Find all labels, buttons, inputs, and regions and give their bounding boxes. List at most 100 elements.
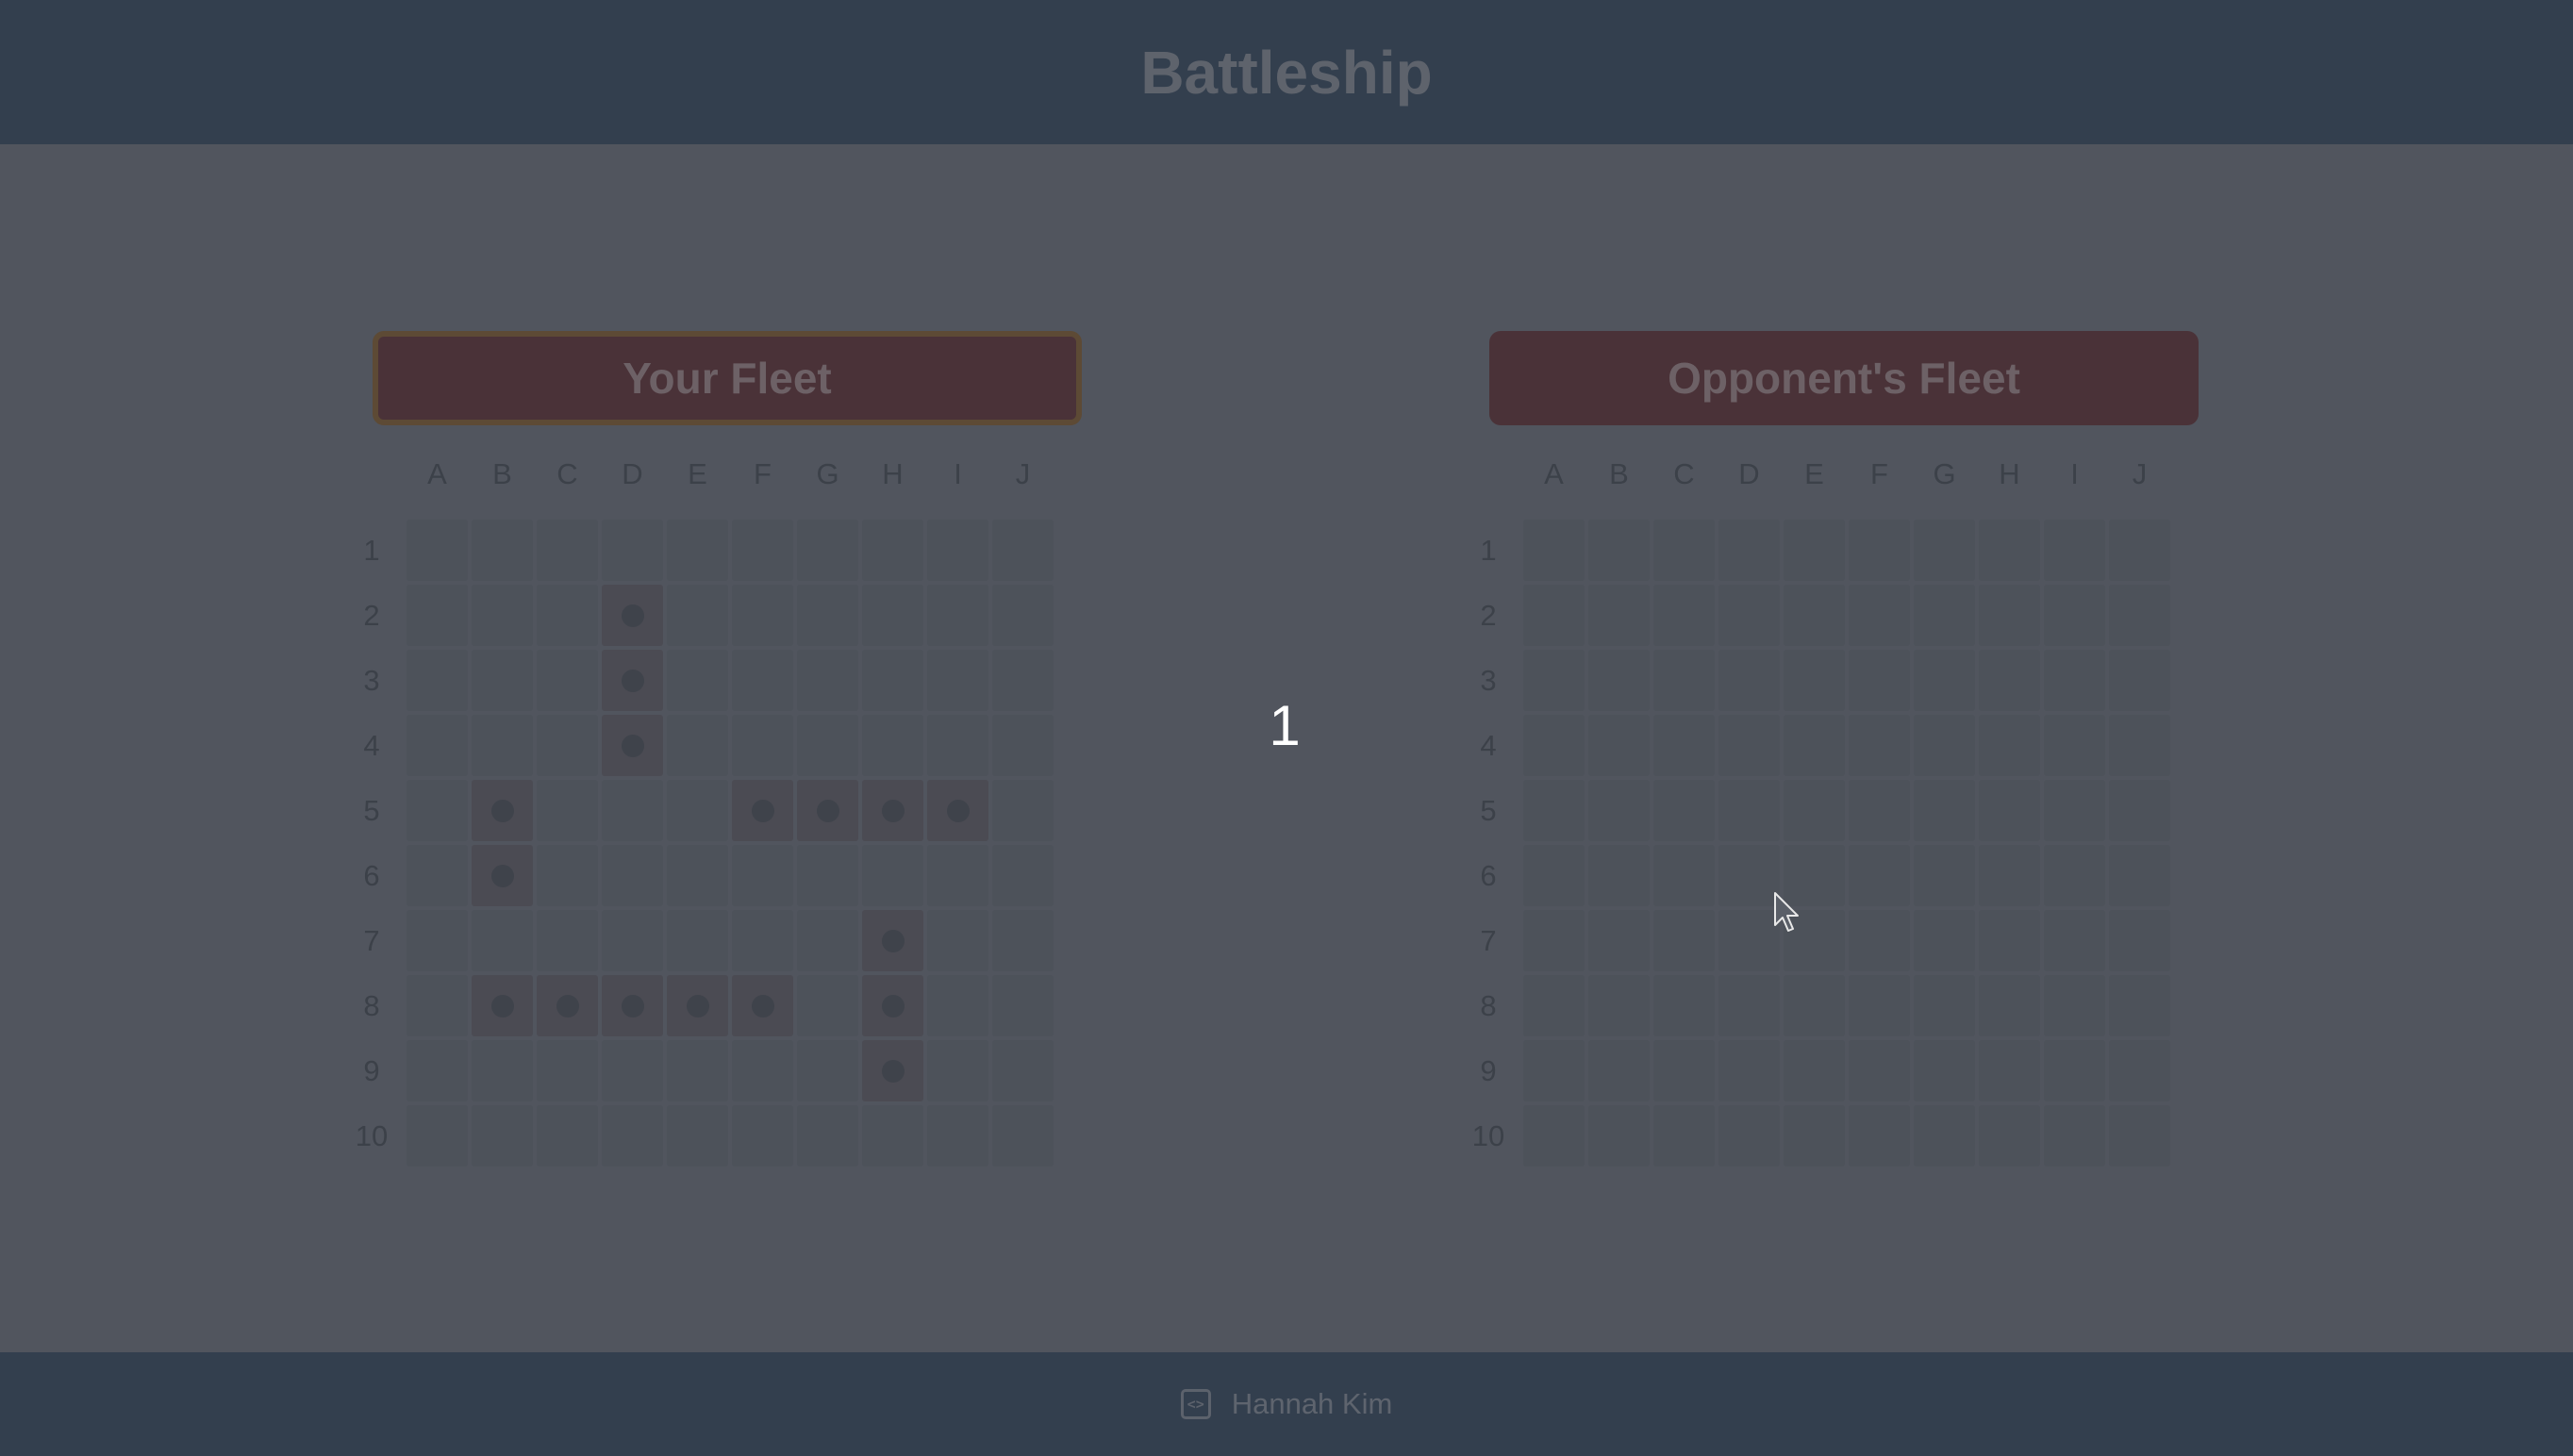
grid-cell-b4[interactable] bbox=[1588, 715, 1650, 776]
grid-cell-g3[interactable] bbox=[1914, 650, 1975, 711]
grid-cell-h8[interactable] bbox=[1979, 975, 2040, 1036]
grid-cell-c1[interactable] bbox=[1653, 520, 1715, 581]
grid-cell-g4[interactable] bbox=[1914, 715, 1975, 776]
grid-cell-f6[interactable] bbox=[1849, 845, 1910, 906]
grid-cell-g5[interactable] bbox=[1914, 780, 1975, 841]
grid-cell-a5[interactable] bbox=[1523, 780, 1585, 841]
grid-cell-j8[interactable] bbox=[2109, 975, 2170, 1036]
grid-cell-i2[interactable] bbox=[2044, 585, 2105, 646]
grid-cell-i5[interactable] bbox=[2044, 780, 2105, 841]
grid-cell-j9[interactable] bbox=[2109, 1040, 2170, 1101]
grid-cell-a2[interactable] bbox=[1523, 585, 1585, 646]
grid-cell-i7[interactable] bbox=[2044, 910, 2105, 971]
grid-cell-j2[interactable] bbox=[2109, 585, 2170, 646]
grid-cell-e10[interactable] bbox=[1784, 1105, 1845, 1166]
grid-cell-f7[interactable] bbox=[1849, 910, 1910, 971]
grid-cell-i3[interactable] bbox=[2044, 650, 2105, 711]
grid-cell-h6[interactable] bbox=[1979, 845, 2040, 906]
grid-cell-j5[interactable] bbox=[2109, 780, 2170, 841]
grid-cell-g6[interactable] bbox=[1914, 845, 1975, 906]
grid-cell-f9[interactable] bbox=[1849, 1040, 1910, 1101]
grid-cell-f4[interactable] bbox=[1849, 715, 1910, 776]
grid-cell-e3[interactable] bbox=[1784, 650, 1845, 711]
grid-cell-i9[interactable] bbox=[2044, 1040, 2105, 1101]
grid-cell-e9[interactable] bbox=[1784, 1040, 1845, 1101]
grid-cell-a4[interactable] bbox=[1523, 715, 1585, 776]
grid-cell-h10[interactable] bbox=[1979, 1105, 2040, 1166]
grid-cell-a6[interactable] bbox=[1523, 845, 1585, 906]
grid-cell-j3[interactable] bbox=[2109, 650, 2170, 711]
grid-cell-g10[interactable] bbox=[1914, 1105, 1975, 1166]
grid-cell-d6[interactable] bbox=[1718, 845, 1780, 906]
grid-cell-c7[interactable] bbox=[1653, 910, 1715, 971]
grid-cell-c3[interactable] bbox=[1653, 650, 1715, 711]
grid-cell-f1[interactable] bbox=[1849, 520, 1910, 581]
grid-cell-c2[interactable] bbox=[1653, 585, 1715, 646]
grid-cell-b1[interactable] bbox=[1588, 520, 1650, 581]
grid-cell-d10[interactable] bbox=[1718, 1105, 1780, 1166]
grid-cell-g7[interactable] bbox=[1914, 910, 1975, 971]
grid-cell-f8[interactable] bbox=[1849, 975, 1910, 1036]
grid-cell-e2[interactable] bbox=[1784, 585, 1845, 646]
grid-cell-b6[interactable] bbox=[1588, 845, 1650, 906]
grid-cell-f3[interactable] bbox=[1849, 650, 1910, 711]
grid-cell-b2[interactable] bbox=[1588, 585, 1650, 646]
grid-cell-d1[interactable] bbox=[1718, 520, 1780, 581]
grid-cell-e8[interactable] bbox=[1784, 975, 1845, 1036]
grid-cell-b7[interactable] bbox=[1588, 910, 1650, 971]
grid-cell-h5[interactable] bbox=[1979, 780, 2040, 841]
grid-cell-d4[interactable] bbox=[1718, 715, 1780, 776]
grid-cell-d7[interactable] bbox=[1718, 910, 1780, 971]
grid-cell-b5[interactable] bbox=[1588, 780, 1650, 841]
grid-cell-g2[interactable] bbox=[1914, 585, 1975, 646]
grid-cell-h1[interactable] bbox=[1979, 520, 2040, 581]
grid-cell-c4[interactable] bbox=[1653, 715, 1715, 776]
author-name[interactable]: Hannah Kim bbox=[1232, 1387, 1393, 1421]
grid-cell-d3[interactable] bbox=[1718, 650, 1780, 711]
grid-cell-d2[interactable] bbox=[1718, 585, 1780, 646]
grid-cell-c6[interactable] bbox=[1653, 845, 1715, 906]
grid-cell-h4[interactable] bbox=[1979, 715, 2040, 776]
grid-cell-d5[interactable] bbox=[1718, 780, 1780, 841]
grid-cell-h2[interactable] bbox=[1979, 585, 2040, 646]
grid-cell-e5[interactable] bbox=[1784, 780, 1845, 841]
grid-cell-i8[interactable] bbox=[2044, 975, 2105, 1036]
grid-cell-c5[interactable] bbox=[1653, 780, 1715, 841]
grid-cell-c10[interactable] bbox=[1653, 1105, 1715, 1166]
grid-cell-d9[interactable] bbox=[1718, 1040, 1780, 1101]
grid-cell-j4[interactable] bbox=[2109, 715, 2170, 776]
grid-cell-b3[interactable] bbox=[1588, 650, 1650, 711]
grid-cell-b8[interactable] bbox=[1588, 975, 1650, 1036]
grid-cell-e4[interactable] bbox=[1784, 715, 1845, 776]
grid-cell-h9[interactable] bbox=[1979, 1040, 2040, 1101]
grid-cell-a8[interactable] bbox=[1523, 975, 1585, 1036]
grid-cell-f10[interactable] bbox=[1849, 1105, 1910, 1166]
grid-cell-a9[interactable] bbox=[1523, 1040, 1585, 1101]
grid-cell-e1[interactable] bbox=[1784, 520, 1845, 581]
grid-cell-f2[interactable] bbox=[1849, 585, 1910, 646]
grid-cell-j7[interactable] bbox=[2109, 910, 2170, 971]
opponent-fleet-button[interactable]: Opponent's Fleet bbox=[1489, 331, 2199, 425]
grid-cell-c8[interactable] bbox=[1653, 975, 1715, 1036]
grid-cell-h3[interactable] bbox=[1979, 650, 2040, 711]
code-icon[interactable]: <> bbox=[1180, 1389, 1211, 1419]
grid-cell-b9[interactable] bbox=[1588, 1040, 1650, 1101]
grid-cell-i10[interactable] bbox=[2044, 1105, 2105, 1166]
grid-cell-b10[interactable] bbox=[1588, 1105, 1650, 1166]
grid-cell-j1[interactable] bbox=[2109, 520, 2170, 581]
grid-cell-c9[interactable] bbox=[1653, 1040, 1715, 1101]
grid-cell-g8[interactable] bbox=[1914, 975, 1975, 1036]
grid-cell-a10[interactable] bbox=[1523, 1105, 1585, 1166]
grid-cell-a1[interactable] bbox=[1523, 520, 1585, 581]
grid-cell-j6[interactable] bbox=[2109, 845, 2170, 906]
your-fleet-button[interactable]: Your Fleet bbox=[373, 331, 1082, 425]
grid-cell-d8[interactable] bbox=[1718, 975, 1780, 1036]
grid-cell-j10[interactable] bbox=[2109, 1105, 2170, 1166]
grid-cell-g1[interactable] bbox=[1914, 520, 1975, 581]
grid-cell-f5[interactable] bbox=[1849, 780, 1910, 841]
grid-cell-i4[interactable] bbox=[2044, 715, 2105, 776]
grid-cell-i6[interactable] bbox=[2044, 845, 2105, 906]
grid-cell-a3[interactable] bbox=[1523, 650, 1585, 711]
grid-cell-g9[interactable] bbox=[1914, 1040, 1975, 1101]
grid-cell-i1[interactable] bbox=[2044, 520, 2105, 581]
